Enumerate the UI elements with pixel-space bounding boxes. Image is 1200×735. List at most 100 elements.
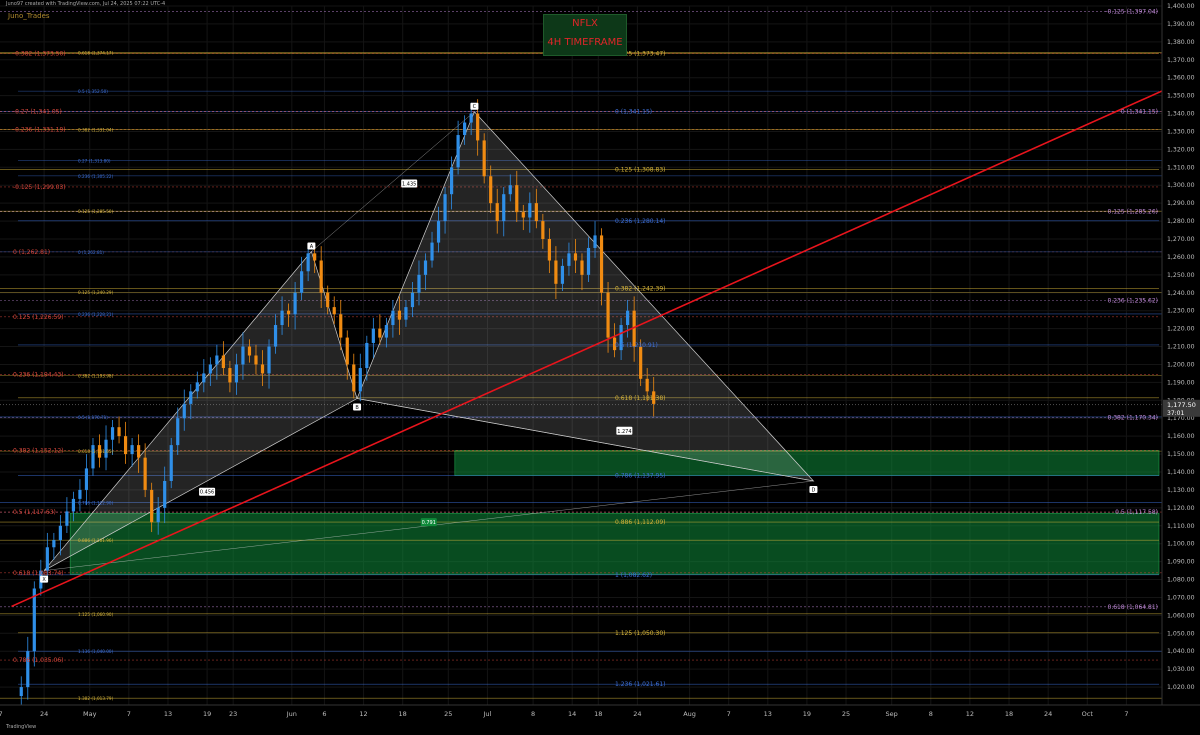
x-tick-label: Jul: [483, 710, 492, 718]
candle-body: [65, 511, 69, 526]
y-tick-label: 1,030.00: [1167, 666, 1195, 673]
y-tick-label: 1,280.00: [1167, 218, 1195, 225]
candle-body: [169, 445, 173, 481]
x-tick-label: 18: [594, 710, 602, 718]
fib-label: 0.5 (1,117.58): [1115, 509, 1158, 516]
y-tick-label: 1,190.00: [1167, 379, 1195, 386]
x-tick-label: 14: [568, 710, 576, 718]
x-tick-label: Sep: [886, 710, 898, 718]
y-tick-label: 1,110.00: [1167, 523, 1195, 530]
candle-body: [286, 310, 291, 315]
candle-body: [384, 325, 388, 338]
candle-body: [182, 403, 186, 419]
fib-label: 0.382 (1,170.34): [1108, 415, 1158, 422]
chart-credit: Juno97 created with TradingView.com, Jul…: [6, 1, 166, 7]
y-tick-label: 1,020.00: [1167, 684, 1195, 691]
brand-label: TradingView: [6, 724, 37, 730]
y-tick-label: 1,400.00: [1167, 3, 1195, 10]
candle-body: [326, 292, 330, 308]
fib-label: 0.236 (1,228.21): [78, 312, 114, 317]
candle-body: [502, 194, 506, 222]
fib-label: 0.886 (1,101.96): [78, 538, 114, 543]
candle-body: [515, 185, 519, 213]
candle-body: [410, 292, 415, 308]
y-tick-label: 1,340.00: [1167, 111, 1195, 118]
y-tick-label: 1,330.00: [1167, 128, 1195, 135]
candle-body: [247, 346, 252, 356]
candle-body: [241, 346, 245, 365]
candle-body: [639, 346, 643, 379]
fib-label: 0.382 (1,331.04): [78, 128, 114, 133]
countdown-label: 37:01: [1167, 410, 1184, 417]
candle-body: [430, 242, 434, 261]
x-tick-label: 7: [1124, 710, 1128, 718]
x-tick-label: 24: [40, 710, 48, 718]
fib-label: 0.125 (1,285.50): [78, 209, 114, 214]
x-tick-label: 7: [127, 710, 131, 718]
x-tick-label: 18: [1005, 710, 1013, 718]
x-tick-label: 17: [0, 710, 3, 718]
candle-body: [404, 307, 408, 320]
fib-label: 1.236 (1,021.61): [615, 681, 665, 688]
fib-label: 1.382 (1,013.79): [78, 696, 114, 701]
x-tick-label: 19: [803, 710, 811, 718]
y-tick-label: 1,210.00: [1167, 344, 1195, 351]
candle-body: [528, 203, 532, 218]
last-price-label: 1,177.50: [1167, 401, 1196, 409]
candle-body: [580, 260, 584, 275]
y-tick-label: 1,370.00: [1167, 57, 1195, 64]
candle-body: [339, 314, 343, 338]
candle-body: [110, 427, 115, 440]
y-tick-label: 1,120.00: [1167, 505, 1195, 512]
fib-label: 0.236 (1,280.14): [615, 218, 665, 225]
candle-body: [260, 364, 265, 374]
candle-body: [143, 457, 147, 490]
candle-body: [560, 265, 565, 284]
harmonic-point-label: C: [473, 104, 477, 110]
fib-label: -0.125 (1,397.04): [1105, 8, 1158, 15]
candle-body: [449, 167, 454, 195]
candle-body: [319, 260, 323, 293]
y-tick-label: 1,040.00: [1167, 648, 1195, 655]
harmonic-point-label: D: [812, 487, 816, 493]
candle-body: [150, 489, 154, 523]
candle-body: [163, 480, 167, 508]
candle-body: [254, 355, 258, 365]
candle-body: [267, 346, 271, 374]
candle-body: [300, 271, 304, 293]
fib-label: 0.236 (1,235.62): [1108, 298, 1158, 305]
candle-body: [84, 468, 89, 490]
candle-body: [463, 122, 467, 136]
y-tick-label: 1,380.00: [1167, 39, 1195, 46]
x-tick-label: 13: [164, 710, 172, 718]
candle-body: [423, 260, 428, 275]
candle-body: [71, 498, 76, 512]
candle-body: [123, 436, 128, 455]
candle-body: [195, 382, 199, 392]
y-tick-label: 1,090.00: [1167, 559, 1195, 566]
fib-label: 0.618 (1,181.38): [615, 395, 665, 402]
chart-svg: -0.125 (1,397.04)0.125 (1,373.47)-0.382 …: [0, 0, 1200, 731]
x-tick-label: 12: [966, 710, 974, 718]
ratio-label: 0.791: [422, 520, 436, 526]
candle-body: [208, 364, 212, 374]
candle-body: [78, 489, 82, 499]
x-tick-label: 7: [727, 710, 731, 718]
fib-label: 0 (1,341.15): [1121, 108, 1158, 115]
candle-body: [365, 342, 369, 369]
candle-body: [52, 540, 56, 548]
candle-body: [117, 427, 121, 437]
fib-label: 1 (1,082.62): [615, 572, 652, 579]
y-tick-label: 1,100.00: [1167, 541, 1195, 548]
y-tick-label: 1,360.00: [1167, 75, 1195, 82]
x-tick-label: 25: [842, 710, 850, 718]
candle-body: [586, 247, 591, 275]
fib-label: 1.136 (1,040.00): [78, 649, 114, 654]
x-tick-label: 6: [322, 710, 326, 718]
candle-body: [280, 310, 284, 326]
y-tick-label: 1,050.00: [1167, 630, 1195, 637]
candle-body: [234, 364, 239, 383]
y-tick-label: 1,200.00: [1167, 361, 1195, 368]
x-tick-label: Aug: [683, 710, 696, 718]
x-tick-label: Oct: [1082, 710, 1094, 718]
